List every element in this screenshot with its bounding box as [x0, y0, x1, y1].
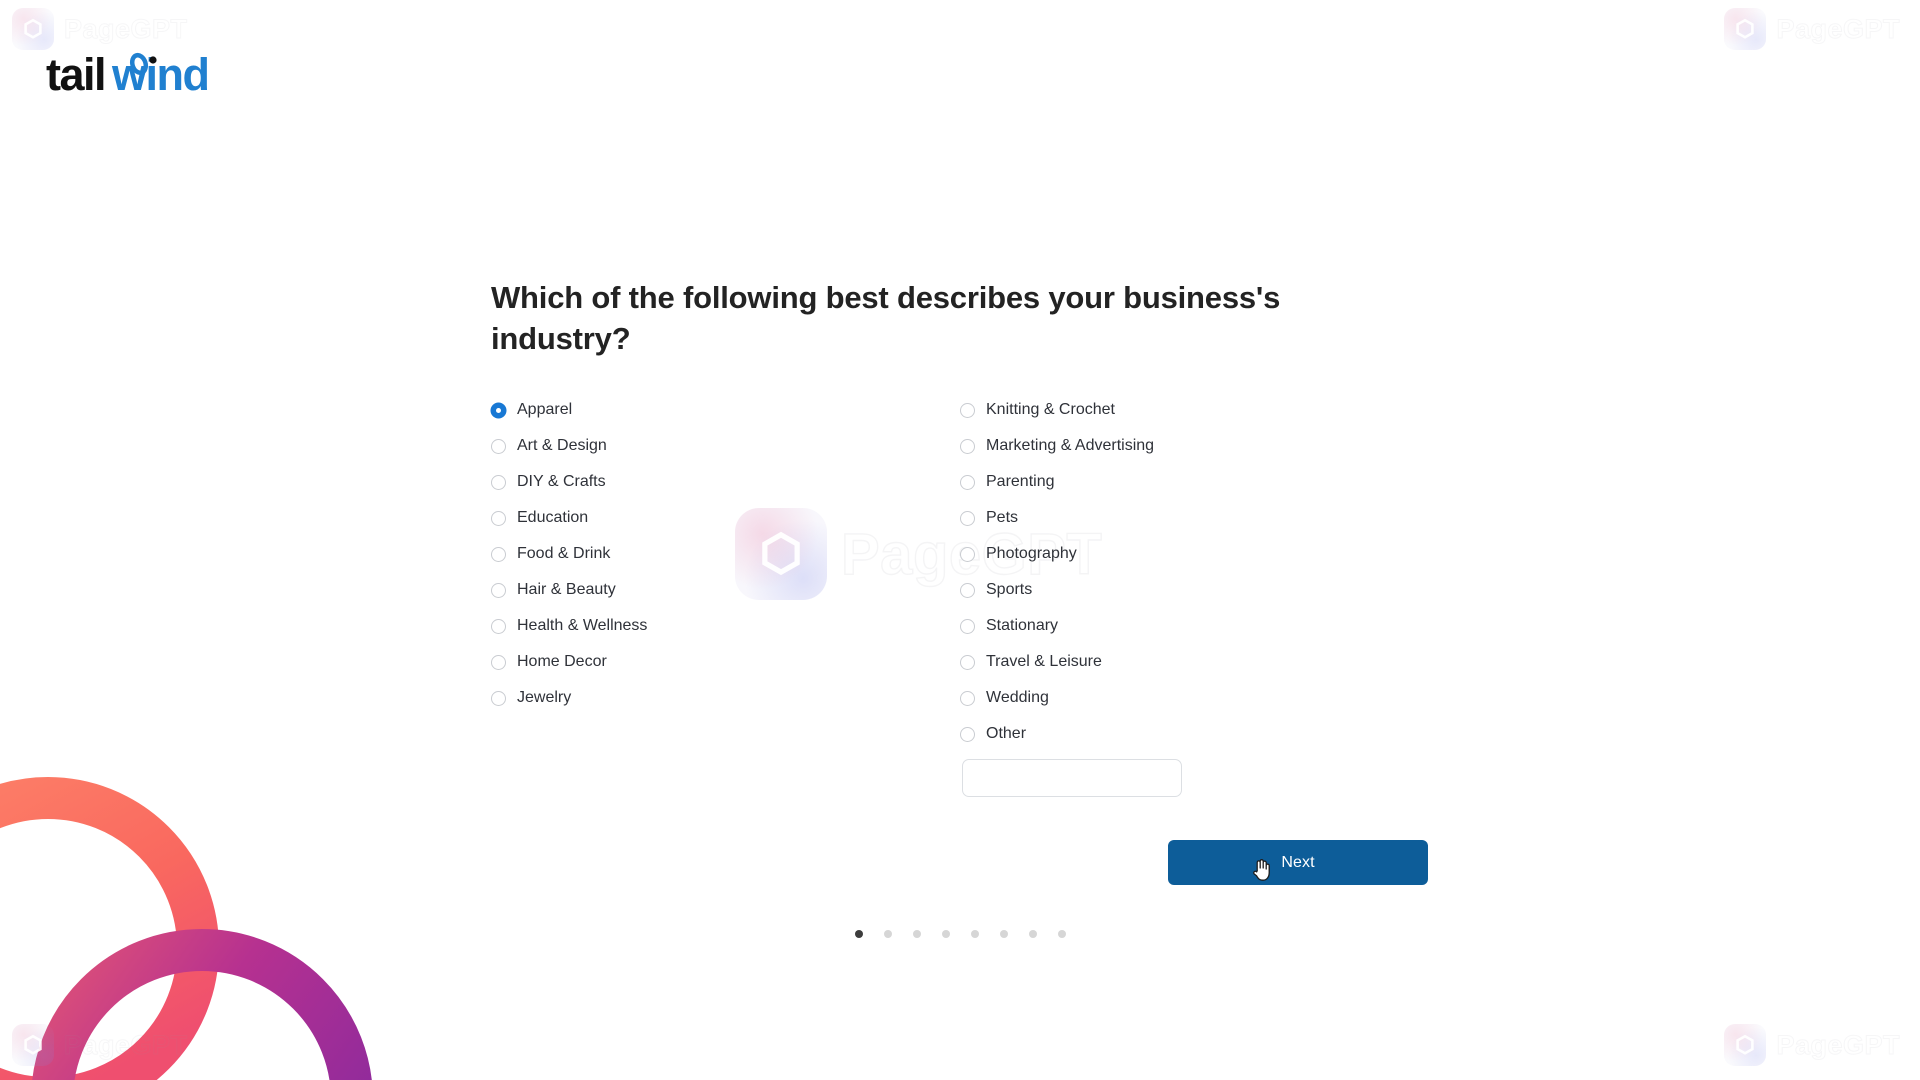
- pagination-dot-6[interactable]: [1000, 930, 1008, 938]
- decorative-rings-svg: [0, 777, 372, 1080]
- option-health-wellness[interactable]: Health & Wellness: [491, 608, 851, 644]
- pagegpt-hexagon-icon: [12, 8, 54, 50]
- option-label: Marketing & Advertising: [986, 437, 1155, 454]
- option-label: Hair & Beauty: [517, 581, 616, 598]
- radio-icon-photography[interactable]: [960, 546, 975, 562]
- logo-dot-accent: [149, 56, 157, 64]
- option-label: Health & Wellness: [517, 617, 648, 634]
- watermark-bottom-right: PageGPT: [1724, 1024, 1900, 1066]
- option-label: Stationary: [986, 617, 1059, 634]
- option-home-decor[interactable]: Home Decor: [491, 644, 851, 680]
- pagination-dot-5[interactable]: [971, 930, 979, 938]
- option-label: Pets: [986, 509, 1019, 526]
- option-label: DIY & Crafts: [517, 473, 606, 490]
- option-label: Food & Drink: [517, 545, 611, 562]
- option-marketing-advertising[interactable]: Marketing & Advertising: [960, 428, 1360, 464]
- other-industry-input[interactable]: [962, 759, 1182, 797]
- pagination-dot-4[interactable]: [942, 930, 950, 938]
- pagegpt-hexagon-icon: [12, 1024, 54, 1066]
- option-jewelry[interactable]: Jewelry: [491, 680, 851, 716]
- option-education[interactable]: Education: [491, 500, 851, 536]
- option-travel-leisure[interactable]: Travel & Leisure: [960, 644, 1360, 680]
- radio-icon-education[interactable]: [491, 510, 506, 526]
- option-label: Home Decor: [517, 653, 607, 670]
- radio-icon-travel-leisure[interactable]: [960, 654, 975, 670]
- radio-icon-health-wellness[interactable]: [491, 618, 506, 634]
- purple-ring: [32, 929, 372, 1080]
- option-art-design[interactable]: Art & Design: [491, 428, 851, 464]
- watermark-top-left: PageGPT: [12, 8, 188, 50]
- decorative-rings: [0, 710, 400, 1080]
- radio-icon-diy-crafts[interactable]: [491, 474, 506, 490]
- industry-options-left-column: Apparel Art & Design DIY & Crafts Educat…: [491, 392, 851, 716]
- option-label: Knitting & Crochet: [986, 401, 1115, 418]
- watermark-top-right: PageGPT: [1724, 8, 1900, 50]
- option-parenting[interactable]: Parenting: [960, 464, 1360, 500]
- tailwind-logo[interactable]: tail wind: [46, 48, 246, 109]
- option-diy-crafts[interactable]: DIY & Crafts: [491, 464, 851, 500]
- watermark-label: PageGPT: [64, 13, 188, 44]
- watermark-label: PageGPT: [1776, 1029, 1900, 1060]
- radio-icon-other[interactable]: [960, 726, 975, 742]
- pagination-dot-2[interactable]: [884, 930, 892, 938]
- option-wedding[interactable]: Wedding: [960, 680, 1360, 716]
- option-label: Sports: [986, 581, 1033, 598]
- option-apparel[interactable]: Apparel: [491, 392, 851, 428]
- tailwind-logo-svg: tail wind: [46, 49, 210, 100]
- industry-options-right-column: Knitting & Crochet Marketing & Advertisi…: [960, 392, 1360, 797]
- option-hair-beauty[interactable]: Hair & Beauty: [491, 572, 851, 608]
- option-label: Jewelry: [517, 689, 572, 706]
- option-label: Art & Design: [517, 437, 607, 454]
- option-pets[interactable]: Pets: [960, 500, 1360, 536]
- pagegpt-hexagon-icon: [1724, 1024, 1767, 1066]
- option-label: Travel & Leisure: [986, 653, 1102, 670]
- option-sports[interactable]: Sports: [960, 572, 1360, 608]
- next-button[interactable]: Next: [1168, 840, 1428, 885]
- radio-icon-sports[interactable]: [960, 582, 975, 598]
- watermark-label: PageGPT: [1776, 13, 1900, 44]
- logo-tail-text: tail: [46, 49, 105, 100]
- option-label: Wedding: [986, 689, 1049, 706]
- radio-icon-knitting-crochet[interactable]: [960, 402, 975, 418]
- page-title: Which of the following best describes yo…: [491, 280, 1281, 356]
- radio-icon-home-decor[interactable]: [491, 654, 506, 670]
- pagination-dot-1[interactable]: [855, 930, 863, 938]
- option-label: Education: [517, 509, 589, 526]
- pagination-dot-7[interactable]: [1029, 930, 1037, 938]
- pagegpt-hexagon-icon: [1724, 8, 1767, 50]
- logo-wind-text: wind: [111, 49, 208, 100]
- option-knitting-crochet[interactable]: Knitting & Crochet: [960, 392, 1360, 428]
- radio-icon-pets[interactable]: [960, 510, 975, 526]
- option-stationary[interactable]: Stationary: [960, 608, 1360, 644]
- radio-icon-hair-beauty[interactable]: [491, 582, 506, 598]
- option-label: Parenting: [986, 473, 1055, 490]
- coral-ring: [0, 777, 219, 1080]
- radio-icon-stationary[interactable]: [960, 618, 975, 634]
- option-label: Other: [986, 725, 1027, 742]
- radio-icon-wedding[interactable]: [960, 690, 975, 706]
- option-food-drink[interactable]: Food & Drink: [491, 536, 851, 572]
- onboarding-page: PageGPT PageGPT PageGPT PageGPT PageGPT …: [0, 0, 1920, 1080]
- pagination-dots: [855, 930, 1066, 938]
- radio-icon-art-design[interactable]: [491, 438, 506, 454]
- radio-icon-apparel[interactable]: [491, 402, 506, 418]
- option-other[interactable]: Other: [960, 716, 1360, 752]
- watermark-bottom-left: PageGPT: [12, 1024, 188, 1066]
- option-label: Apparel: [517, 401, 573, 418]
- radio-icon-food-drink[interactable]: [491, 546, 506, 562]
- radio-icon-marketing-advertising[interactable]: [960, 438, 975, 454]
- radio-icon-jewelry[interactable]: [491, 690, 506, 706]
- option-photography[interactable]: Photography: [960, 536, 1360, 572]
- option-label: Photography: [986, 545, 1077, 562]
- pagination-dot-8[interactable]: [1058, 930, 1066, 938]
- radio-icon-parenting[interactable]: [960, 474, 975, 490]
- pagination-dot-3[interactable]: [913, 930, 921, 938]
- watermark-label: PageGPT: [64, 1029, 188, 1060]
